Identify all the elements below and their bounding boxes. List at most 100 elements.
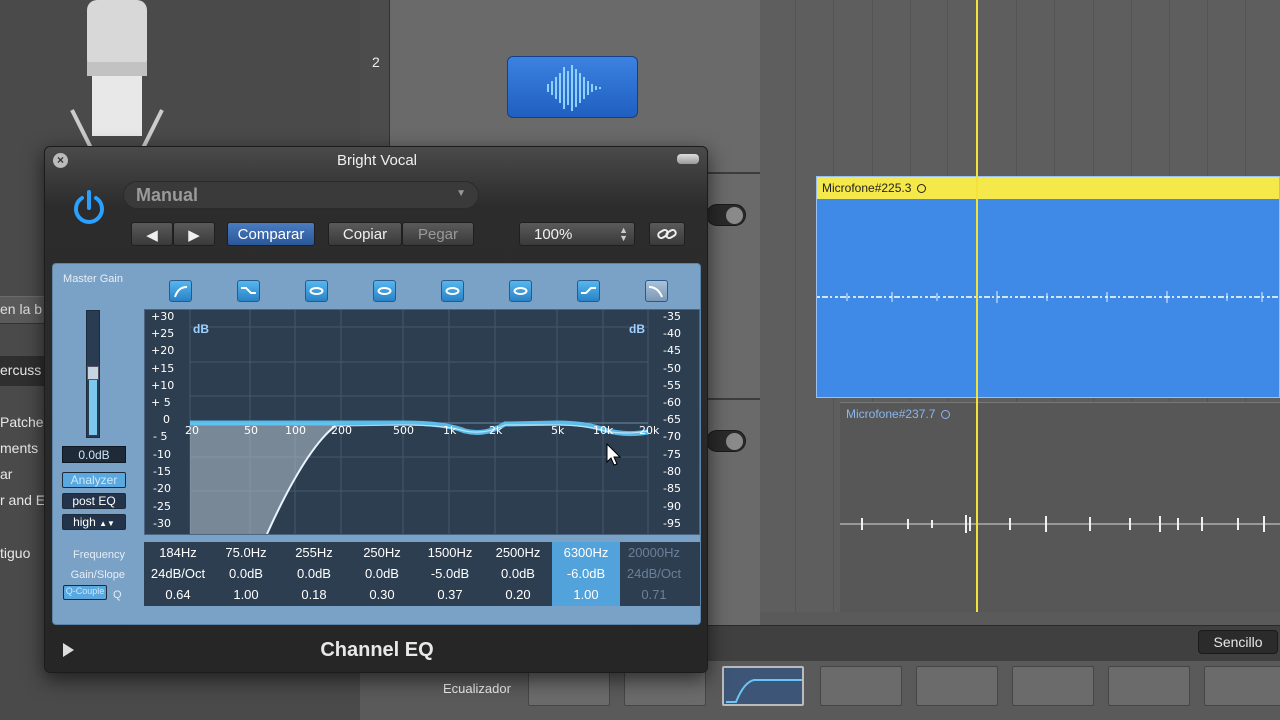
band-2-params[interactable]: 75.0Hz 0.0dB 1.00 [212,542,280,606]
paste-button[interactable]: Pegar [402,222,474,246]
highcut-icon [648,286,663,298]
link-button[interactable] [649,222,685,246]
band-q[interactable]: 1.00 [552,584,620,605]
band-gain[interactable]: 0.0dB [348,563,416,584]
master-gain-slider[interactable] [86,310,100,438]
band-frequency[interactable]: 250Hz [348,542,416,563]
track-toggle[interactable] [706,430,746,452]
band-frequency[interactable]: 20000Hz [620,542,688,563]
next-preset-button[interactable]: ▶ [173,222,215,246]
library-item-ar[interactable]: ar [0,466,12,482]
band-frequency[interactable]: 1500Hz [416,542,484,563]
band-7-params-selected[interactable]: 6300Hz -6.0dB 1.00 [552,542,620,606]
resolution-select[interactable]: high ▲▼ [62,514,126,530]
band-3-bell-button[interactable] [305,280,328,302]
previous-preset-button[interactable]: ◀ [131,222,173,246]
audio-region[interactable]: Microfone#237.7 [840,402,1280,612]
band-8-params-disabled[interactable]: 20000Hz 24dB/Oct 0.71 [620,542,688,606]
mixer-eq-slot-active[interactable] [722,666,804,706]
zoom-select[interactable]: 100% ▲ ▼ [519,222,635,246]
region-header[interactable]: Microfone#225.3 [817,177,1279,199]
high-shelf-icon [581,287,596,294]
band-3-params[interactable]: 255Hz 0.0dB 0.18 [280,542,348,606]
power-icon[interactable] [70,189,108,227]
preset-label: Manual [136,185,199,205]
arrow-right-icon: ▶ [188,227,200,244]
band-q[interactable]: 0.71 [620,584,688,605]
library-item-selected[interactable]: ercuss [0,356,46,386]
analyzer-scale-label: -85 [663,482,681,495]
eq-graph[interactable]: 20 50 100 200 500 1k 2k 5k 10k 20k dB dB… [144,309,700,535]
band-frequency[interactable]: 75.0Hz [212,542,280,563]
band-q[interactable]: 0.37 [416,584,484,605]
band-q[interactable]: 1.00 [212,584,280,605]
updown-arrow-icon: ▲▼ [619,225,628,243]
band-q[interactable]: 0.20 [484,584,552,605]
track-toggle[interactable] [706,204,746,226]
band-8-highcut-button[interactable] [645,280,668,302]
band-frequency[interactable]: 2500Hz [484,542,552,563]
mixer-eq-slot[interactable] [916,666,998,706]
q-couple-button[interactable]: Q-Couple [63,585,107,600]
band-frequency[interactable]: 6300Hz [552,542,620,563]
bell-icon [377,287,392,295]
copy-button[interactable]: Copiar [328,222,402,246]
playhead[interactable] [976,0,978,612]
band-6-params[interactable]: 2500Hz 0.0dB 0.20 [484,542,552,606]
band-4-bell-button[interactable] [373,280,396,302]
library-item-patches[interactable]: Patche [0,414,44,430]
collapse-button[interactable] [677,154,699,164]
post-eq-button[interactable]: post EQ [62,493,126,509]
library-item-r-and-b[interactable]: r and E [0,492,45,508]
band-6-bell-button[interactable] [509,280,532,302]
freq-tick: 50 [244,424,258,437]
gain-scale-label: -25 [153,500,171,513]
gain-scale-label: -15 [153,465,171,478]
mixer-eq-slot[interactable] [820,666,902,706]
library-search-field[interactable]: en la b [0,296,46,324]
region-header[interactable]: Microfone#237.7 [840,403,1280,425]
library-item-antiguo[interactable]: tiguo [0,545,30,561]
band-gain[interactable]: 24dB/Oct [144,563,212,584]
band-5-bell-button[interactable] [441,280,464,302]
band-5-params[interactable]: 1500Hz -5.0dB 0.37 [416,542,484,606]
mixer-eq-slot[interactable] [1012,666,1094,706]
library-item-instruments[interactable]: ments [0,440,38,456]
slider-handle[interactable] [87,366,99,380]
band-2-lowshelf-button[interactable] [237,280,260,302]
band-q[interactable]: 0.30 [348,584,416,605]
eq-panel: Master Gain 0.0dB Analyzer post EQ high … [52,263,701,625]
analyzer-button[interactable]: Analyzer [62,472,126,488]
loop-icon[interactable] [917,184,927,193]
band-gain[interactable]: -6.0dB [552,563,620,584]
audio-track-icon[interactable] [507,56,638,118]
analyzer-scale-label: -35 [663,310,681,323]
band-frequency[interactable]: 184Hz [144,542,212,563]
loop-icon[interactable] [941,410,951,419]
master-gain-value[interactable]: 0.0dB [62,446,126,463]
compare-button[interactable]: Comparar [227,222,315,246]
arrow-left-icon: ◀ [146,227,158,244]
band-gain[interactable]: 0.0dB [212,563,280,584]
audio-region-selected[interactable]: Microfone#225.3 [816,176,1280,398]
freq-tick: 2k [489,424,503,437]
analyzer-scale-label: -75 [663,448,681,461]
mixer-eq-slot[interactable] [1204,666,1280,706]
bell-icon [513,287,528,295]
band-q[interactable]: 0.64 [144,584,212,605]
sencillo-button[interactable]: Sencillo [1198,630,1278,654]
band-gain[interactable]: -5.0dB [416,563,484,584]
band-1-lowcut-button[interactable] [169,280,192,302]
band-gain[interactable]: 0.0dB [484,563,552,584]
band-gain[interactable]: 24dB/Oct [620,563,688,584]
mixer-eq-slot[interactable] [1108,666,1190,706]
region-name: Microfone#237.7 [846,407,936,421]
band-1-params[interactable]: 184Hz 24dB/Oct 0.64 [144,542,212,606]
preset-menu[interactable]: Manual ▼ [123,181,479,209]
band-frequency[interactable]: 255Hz [280,542,348,563]
band-4-params[interactable]: 250Hz 0.0dB 0.30 [348,542,416,606]
band-q[interactable]: 0.18 [280,584,348,605]
band-gain[interactable]: 0.0dB [280,563,348,584]
db-unit-right: dB [629,322,645,336]
band-7-highshelf-button[interactable] [577,280,600,302]
